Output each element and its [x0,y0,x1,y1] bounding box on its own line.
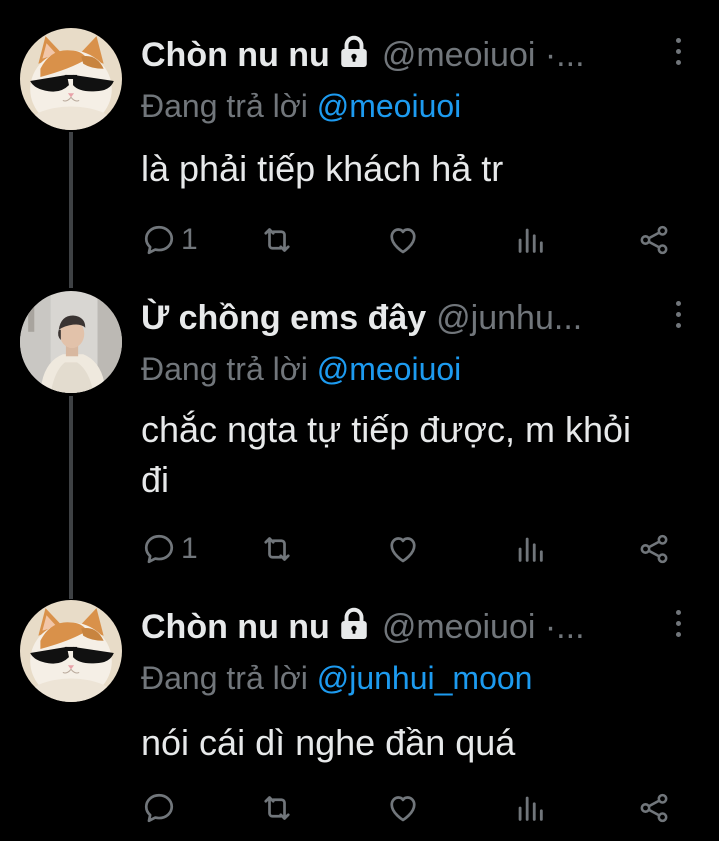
action-bar: 1 [141,220,679,260]
like-button[interactable] [385,788,421,828]
person-avatar-image [20,291,122,393]
like-icon [385,222,421,258]
display-name[interactable]: Ừ chồng ems đây [141,299,426,337]
tweet-header: Chòn nu nu @meoiuoi ·... [141,604,659,650]
action-bar: 1 [141,529,679,569]
like-icon [385,531,421,567]
tweet-text: là phải tiếp khách hả tr [141,148,504,189]
retweet-icon [259,790,295,826]
tweet[interactable]: Chòn nu nu @meoiuoi ·... Đang trả lời @ju… [0,600,719,841]
more-options-icon[interactable] [673,610,683,644]
share-button[interactable] [637,788,671,828]
tweet[interactable]: Ừ chồng ems đây @junhu... Đang trả lời @m… [0,291,719,591]
reply-context: Đang trả lời @meoiuoi [141,84,461,128]
reply-mention-link[interactable]: @meoiuoi [317,351,462,387]
more-options-icon[interactable] [673,301,683,335]
cat-sunglasses-avatar-image [20,28,122,130]
reply-prefix: Đang trả lời [141,660,308,696]
reply-mention-link[interactable]: @junhui_moon [317,660,533,696]
like-button[interactable] [385,529,421,569]
avatar[interactable] [20,291,122,393]
reply-prefix: Đang trả lời [141,351,308,387]
display-name[interactable]: Chòn nu nu [141,36,330,74]
reply-count: 1 [181,223,198,256]
retweet-icon [259,531,295,567]
share-button[interactable] [637,529,671,569]
tweet-text: nói cái dì nghe đần quá [141,722,516,763]
share-icon [637,532,671,566]
views-button[interactable] [513,529,547,569]
tweet-text: chắc ngta tự tiếp được, m khỏi đi [141,409,632,500]
share-icon [637,223,671,257]
retweet-button[interactable] [259,788,295,828]
retweet-button[interactable] [259,220,295,260]
lock-icon [336,34,372,70]
reply-mention-link[interactable]: @meoiuoi [317,88,462,124]
reply-button[interactable] [141,788,181,828]
cat-sunglasses-avatar-image [20,600,122,702]
handle[interactable]: @junhu... [436,299,582,337]
share-icon [637,791,671,825]
retweet-button[interactable] [259,529,295,569]
reply-context: Đang trả lời @meoiuoi [141,347,461,391]
reply-icon [141,790,177,826]
avatar[interactable] [20,600,122,702]
views-button[interactable] [513,220,547,260]
views-button[interactable] [513,788,547,828]
tweet-header: Ừ chồng ems đây @junhu... [141,295,659,341]
views-icon [513,791,547,825]
reply-button[interactable]: 1 [141,220,198,260]
tweet-header: Chòn nu nu @meoiuoi ·... [141,32,659,78]
avatar[interactable] [20,28,122,130]
lock-icon [336,606,372,642]
views-icon [513,223,547,257]
retweet-icon [259,222,295,258]
action-bar [141,788,679,828]
reply-context: Đang trả lời @junhui_moon [141,656,532,700]
handle[interactable]: @meoiuoi ·... [382,608,585,646]
like-icon [385,790,421,826]
handle[interactable]: @meoiuoi ·... [382,36,585,74]
tweet[interactable]: Chòn nu nu @meoiuoi ·... Đang trả lời @me… [0,28,719,268]
reply-prefix: Đang trả lời [141,88,308,124]
like-button[interactable] [385,220,421,260]
reply-count: 1 [181,532,198,565]
views-icon [513,532,547,566]
more-options-icon[interactable] [673,38,683,72]
display-name[interactable]: Chòn nu nu [141,608,330,646]
reply-icon [141,531,177,567]
reply-button[interactable]: 1 [141,529,198,569]
reply-icon [141,222,177,258]
share-button[interactable] [637,220,671,260]
